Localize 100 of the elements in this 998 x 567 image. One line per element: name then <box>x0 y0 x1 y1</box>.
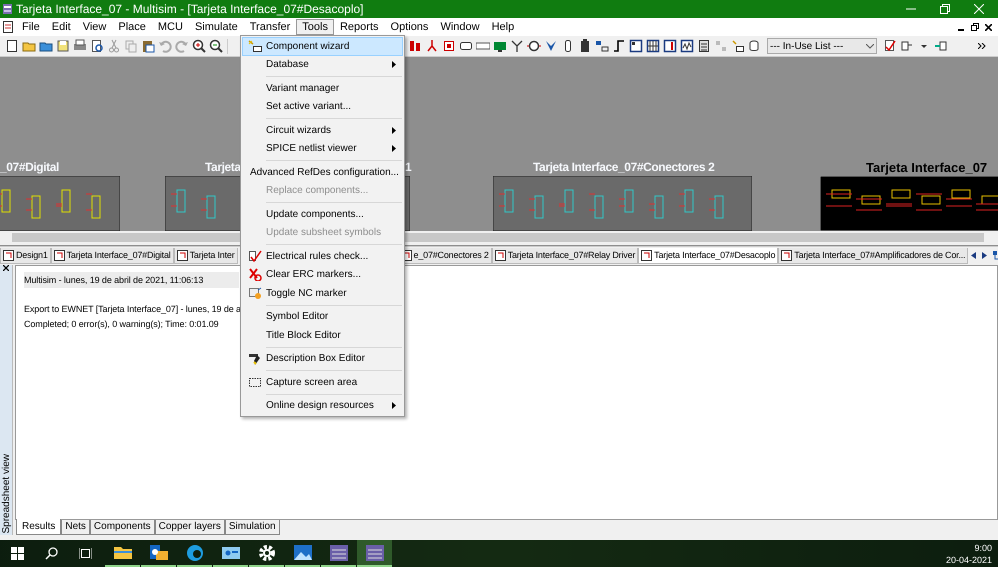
grid-icon[interactable] <box>646 39 660 53</box>
menu-item[interactable]: Clear ERC markers... <box>242 266 403 284</box>
app-icon <box>3 4 12 14</box>
menu-item[interactable]: Place <box>112 19 152 35</box>
menu-item[interactable]: Reports <box>334 19 385 35</box>
menu-item[interactable]: File <box>16 19 46 35</box>
sheet-tab[interactable]: Tarjeta Interface_07#Digital <box>50 248 174 264</box>
menu-item[interactable]: Online design resources <box>242 396 403 415</box>
close-icon[interactable] <box>985 24 992 30</box>
check-mark-icon <box>248 250 262 263</box>
clock-date[interactable]: 20-04-2021 <box>946 554 992 566</box>
schematic-icon <box>781 250 792 260</box>
in-use-list-dropdown[interactable]: --- In-Use List --- <box>767 38 877 54</box>
sheet-tab[interactable]: Tarjeta Interface_07#Relay Driver <box>492 248 638 264</box>
schematic-icon <box>494 250 506 260</box>
sheet-tab[interactable]: Tarjeta Interface_07#Desacoplo <box>638 248 778 264</box>
mail-app-icon <box>148 542 170 563</box>
wizard-icon[interactable] <box>730 39 744 53</box>
menu-item[interactable]: Edit <box>46 19 77 35</box>
motor-icon[interactable] <box>526 39 540 53</box>
sheet-label: Tarjeta Interface_07 <box>866 160 988 175</box>
menu-item[interactable]: Toggle NC marker <box>242 284 403 302</box>
menu-item[interactable]: Database <box>242 56 403 74</box>
chip-icon[interactable] <box>442 39 456 53</box>
menu-item[interactable]: View <box>76 19 112 35</box>
close-icon[interactable] <box>3 265 9 271</box>
windows-start-icon[interactable] <box>10 547 24 560</box>
printer-icon[interactable] <box>72 39 86 53</box>
sheet-label: Tarjeta Interface_07#Conectores 2 <box>533 160 714 174</box>
dashed-rectangle-icon <box>248 376 262 389</box>
monitor-icon[interactable] <box>492 39 506 53</box>
menu-item[interactable]: Options <box>384 19 434 35</box>
pen-icon <box>248 352 262 366</box>
erc-check-icon[interactable] <box>882 39 896 53</box>
menu-item[interactable]: Transfer <box>244 19 296 35</box>
menu-item[interactable]: Title Block Editor <box>242 326 403 344</box>
new-file-icon[interactable] <box>4 39 18 53</box>
sheet-tab[interactable]: Tarjeta Inter <box>174 248 238 264</box>
circuit-app-icon <box>328 542 350 563</box>
window-title: Tarjeta Interface_07 - Multisim - [Tarjeta Interface_07#Desacoplo] <box>16 2 364 16</box>
scroll-left-icon[interactable] <box>971 252 976 259</box>
schematic-icon <box>3 250 14 260</box>
results-tab[interactable]: Simulation <box>224 520 280 535</box>
menu-item[interactable]: Description Box Editor <box>242 350 403 368</box>
zoom-in-icon[interactable] <box>192 39 206 53</box>
menu-item[interactable]: Symbol Editor <box>242 308 403 326</box>
menu-item[interactable]: Circuit wizards <box>242 121 403 140</box>
menu-item[interactable]: SPICE netlist viewer <box>242 140 403 158</box>
results-tab[interactable]: Results <box>16 519 62 535</box>
menu-item[interactable]: Set active variant... <box>242 98 403 116</box>
task-view-icon[interactable] <box>78 547 92 560</box>
chevron-down-icon <box>866 44 874 48</box>
database-icon[interactable] <box>748 39 762 53</box>
menu-item[interactable]: Help <box>486 19 520 35</box>
restore-icon[interactable] <box>971 23 979 31</box>
save-icon[interactable] <box>56 39 70 53</box>
results-header: Multisim - lunes, 19 de abril de 2021, 11:06:13 <box>24 272 239 288</box>
sheet-label: 1 <box>405 160 412 174</box>
result-line: Completed; 0 error(s), 0 warning(s); Time: 0:01.09 <box>24 318 219 331</box>
component-icon[interactable] <box>900 39 914 53</box>
paste-icon[interactable] <box>140 39 154 53</box>
menu-item[interactable]: MCU <box>152 19 189 35</box>
menu-item[interactable]: Tools <box>296 19 334 35</box>
scroll-right-icon[interactable] <box>982 252 988 259</box>
menu-item[interactable]: Advanced RefDes configuration... <box>242 163 403 182</box>
nc-marker-icon <box>248 286 262 300</box>
results-tab[interactable]: Components <box>90 520 155 535</box>
sheet-tab[interactable]: Design1 <box>0 248 51 264</box>
results-tab[interactable]: Nets <box>61 520 90 535</box>
schematic-icon <box>54 250 65 260</box>
submenu-arrow-icon <box>392 145 396 152</box>
taskbar-app[interactable] <box>357 540 392 567</box>
results-tab[interactable]: Copper layers <box>154 520 225 535</box>
submenu-arrow-icon <box>392 126 396 134</box>
step-icon[interactable] <box>612 39 626 53</box>
grapher-icon[interactable] <box>680 39 694 53</box>
schematic-icon <box>176 250 188 260</box>
zoom-out-icon[interactable] <box>208 39 222 53</box>
antenna-icon[interactable] <box>510 39 524 53</box>
circuit-app-icon <box>364 542 386 563</box>
document-icon <box>3 21 13 33</box>
schematic-icon <box>641 250 652 260</box>
sheet-label: _07#Digital <box>0 160 59 174</box>
photo-app-icon <box>292 542 314 563</box>
clear-marker-icon <box>248 268 262 282</box>
sheet-label: Tarjeta <box>205 160 241 174</box>
menu-item[interactable]: Component wizard <box>242 37 403 56</box>
wizard-icon <box>248 40 262 53</box>
submenu-arrow-icon <box>392 402 396 410</box>
menu-item[interactable]: Update components... <box>242 205 403 224</box>
more-icon[interactable] <box>978 43 986 49</box>
menu-item[interactable]: Simulate <box>188 19 244 35</box>
menu-item[interactable]: Window <box>434 19 486 35</box>
menu-item[interactable]: Variant manager <box>242 79 403 98</box>
print-preview-icon[interactable] <box>90 39 104 53</box>
sheet-tab[interactable]: Tarjeta Interface_07#Amplificadores de Cor... <box>778 248 968 264</box>
menu-item[interactable]: Capture screen area <box>242 373 403 392</box>
submenu-arrow-icon <box>392 61 396 68</box>
search-icon[interactable] <box>44 547 58 560</box>
clock-time[interactable]: 9:00 <box>974 542 992 554</box>
